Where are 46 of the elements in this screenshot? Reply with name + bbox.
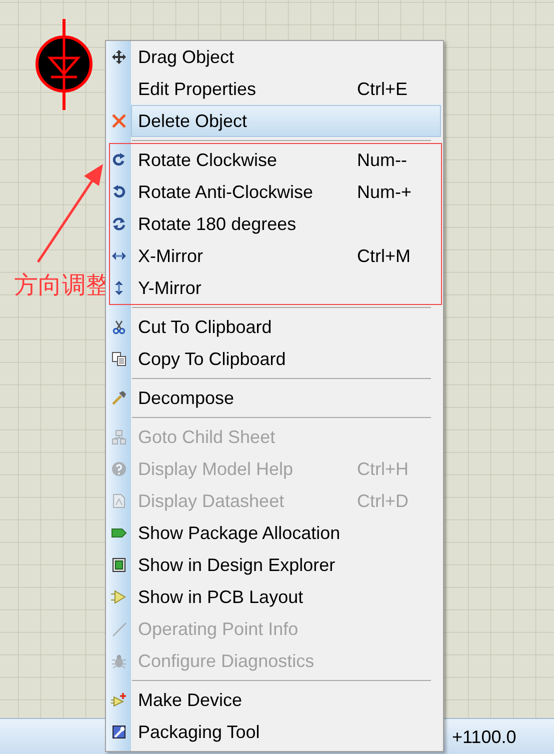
shortcut-label: Num-- — [357, 148, 407, 172]
shortcut-label: Num-+ — [357, 180, 412, 204]
menu-item[interactable]: Show Package Allocation — [131, 517, 441, 549]
coordinate-readout: +1100.0 — [452, 728, 516, 746]
menu-item[interactable]: Make Device — [131, 684, 441, 716]
item-label: Rotate Clockwise — [137, 148, 278, 172]
chip-plus-icon — [111, 692, 127, 708]
chip-wrench-icon — [111, 724, 127, 740]
help-icon — [111, 461, 127, 477]
rotate-clockwise-icon — [111, 152, 127, 168]
menu-item[interactable]: Rotate Clockwise Num-- — [131, 144, 441, 176]
item-label: Edit Properties — [137, 78, 258, 101]
scissors-icon — [111, 319, 127, 335]
item-label: Display Model Help — [137, 458, 294, 481]
item-label: Rotate Anti-Clockwise — [137, 180, 314, 204]
document-icon — [111, 493, 127, 509]
slash-line-icon — [111, 621, 127, 637]
shortcut-label: Ctrl+H — [357, 458, 409, 480]
item-label: Display Datasheet — [137, 490, 286, 513]
play-arrow-icon — [111, 589, 127, 605]
menu-item[interactable]: Show in Design Explorer — [131, 549, 441, 581]
hierarchy-icon — [111, 429, 127, 445]
menu-item[interactable]: Rotate Anti-Clockwise Num-+ — [131, 176, 441, 208]
shortcut-label: Ctrl+D — [357, 490, 409, 512]
menu-item[interactable]: Decompose — [131, 382, 441, 414]
menu-item[interactable]: Show in PCB Layout — [131, 581, 441, 613]
chip-panel-icon — [111, 557, 127, 573]
diode-symbol[interactable] — [36, 19, 92, 110]
menu-item[interactable]: Drag Object — [131, 41, 441, 73]
close-icon — [111, 113, 127, 129]
menu-item[interactable]: X-Mirror Ctrl+M — [131, 240, 441, 272]
shortcut-label: Ctrl+E — [357, 78, 408, 100]
rotate-anticlockwise-icon — [111, 184, 127, 200]
shortcut-label: Ctrl+M — [357, 244, 410, 268]
menu-item[interactable]: Edit Properties Ctrl+E — [131, 73, 441, 105]
bug-icon — [111, 653, 127, 669]
rotate-half-icon — [111, 216, 127, 232]
menu-item[interactable]: Y-Mirror — [131, 272, 441, 304]
hammer-icon — [111, 390, 127, 406]
menu-item[interactable]: Copy To Clipboard — [131, 343, 441, 375]
item-label: X-Mirror — [137, 244, 204, 268]
menu-item[interactable]: Cut To Clipboard — [131, 311, 441, 343]
copy-pages-icon — [111, 351, 127, 367]
menu-item[interactable]: Packaging Tool — [131, 716, 441, 748]
menu-item[interactable]: Rotate 180 degrees — [131, 208, 441, 240]
move-arrows-icon — [111, 49, 127, 65]
